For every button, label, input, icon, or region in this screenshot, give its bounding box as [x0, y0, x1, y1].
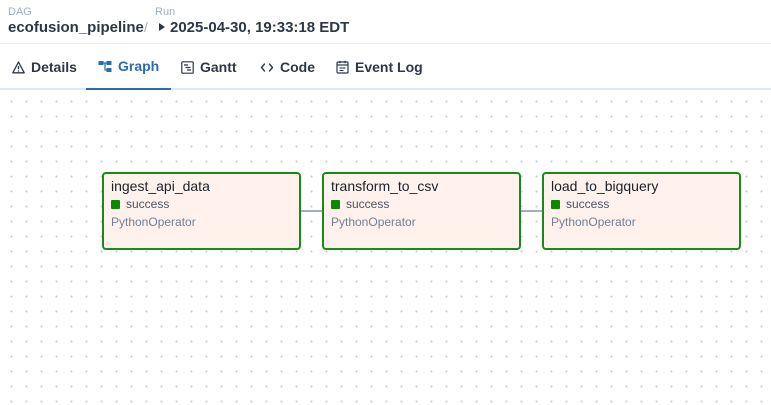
breadcrumb-separator: /	[144, 19, 148, 35]
tab-graph-label: Graph	[118, 58, 160, 74]
task-node-load-to-bigquery[interactable]: load_to_bigquery success PythonOperator	[542, 172, 741, 250]
tab-code[interactable]: Code	[248, 44, 327, 90]
task-status: success	[331, 197, 512, 212]
code-icon	[260, 62, 274, 72]
status-success-icon	[111, 200, 120, 209]
tab-graph[interactable]: Graph	[86, 44, 172, 90]
task-status: success	[111, 197, 292, 212]
run-id-link[interactable]: 2025-04-30, 19:33:18 EDT	[170, 19, 349, 36]
dag-label: DAG	[8, 6, 32, 18]
tab-gantt-label: Gantt	[200, 59, 237, 75]
task-node-transform-to-csv[interactable]: transform_to_csv success PythonOperator	[322, 172, 521, 250]
dag-name-link[interactable]: ecofusion_pipeline	[8, 19, 144, 36]
tab-event-log-label: Event Log	[355, 59, 423, 75]
gantt-icon	[181, 60, 194, 74]
tab-details[interactable]: Details	[0, 44, 89, 90]
task-operator: PythonOperator	[111, 215, 196, 229]
play-icon	[159, 23, 165, 31]
task-id: load_to_bigquery	[551, 178, 659, 194]
task-id: ingest_api_data	[111, 178, 210, 194]
task-status-label: success	[566, 197, 610, 211]
tab-details-label: Details	[31, 59, 77, 75]
edge-ingest-to-transform	[301, 210, 323, 212]
task-node-ingest-api-data[interactable]: ingest_api_data success PythonOperator	[102, 172, 301, 250]
task-status: success	[551, 197, 732, 212]
tab-event-log[interactable]: Event Log	[324, 44, 435, 90]
task-id: transform_to_csv	[331, 178, 439, 194]
run-label: Run	[155, 6, 176, 18]
task-status-label: success	[126, 197, 170, 211]
task-operator: PythonOperator	[551, 215, 636, 229]
task-operator: PythonOperator	[331, 215, 416, 229]
graph-canvas[interactable]: ingest_api_data success PythonOperator t…	[0, 90, 771, 405]
tab-code-label: Code	[280, 59, 315, 75]
breadcrumb: DAG ecofusion_pipeline / Run 2025-04-30,…	[0, 0, 771, 44]
edge-transform-to-load	[521, 210, 543, 212]
warning-triangle-icon	[12, 60, 25, 73]
status-success-icon	[331, 200, 340, 209]
status-success-icon	[551, 200, 560, 209]
tab-bar: Details Graph Gantt Code Event Log	[0, 44, 771, 90]
graph-icon	[98, 60, 112, 72]
tab-gantt[interactable]: Gantt	[169, 44, 249, 90]
event-log-icon	[336, 60, 349, 74]
task-status-label: success	[346, 197, 390, 211]
